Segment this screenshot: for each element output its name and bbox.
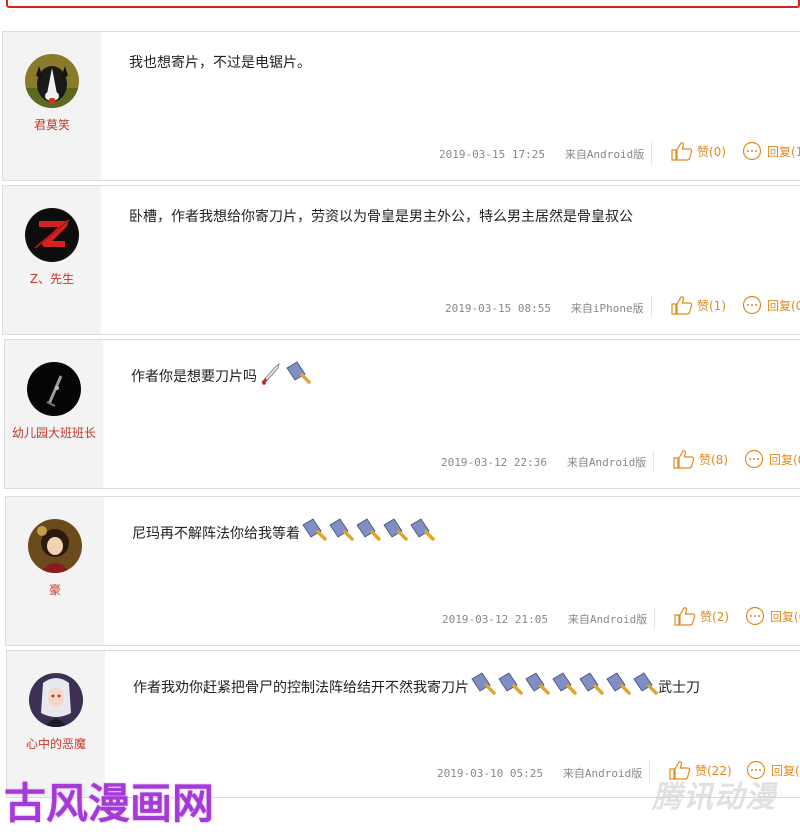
avatar[interactable] (28, 519, 82, 573)
top-input-box[interactable] (6, 0, 800, 8)
comment-content: 尼玛再不解阵法你给我等着 (132, 526, 300, 542)
like-count: 赞(8) (699, 452, 728, 467)
comment-source: 来自Android版 (567, 613, 648, 626)
avatar[interactable] (29, 673, 83, 727)
comment-card: Z、先生 卧槽，作者我想给你寄刀片，劳资以为骨皇是男主外公，特么男主居然是骨皇叔… (2, 185, 800, 335)
username[interactable]: 君莫笑 (3, 116, 101, 133)
username[interactable]: 豪 (6, 581, 104, 598)
comment-meta: 2019-03-12 21:05 来自Android版 (442, 611, 647, 627)
comment-content: 作者我劝你赶紧把骨尸的控制法阵给结开不然我寄刀片 (133, 680, 469, 696)
like-button[interactable]: 赞(1) (671, 295, 726, 315)
comment-date: 2019-03-12 22:36 (441, 456, 547, 469)
reply-count: 回复(0 (767, 298, 800, 313)
reply-button[interactable]: 回复(0 (743, 449, 800, 469)
cleaver-emoji (579, 672, 604, 695)
cleaver-emoji (329, 518, 354, 541)
comment-text: 尼玛再不解阵法你给我等着 (132, 517, 435, 543)
thumbs-up-icon (673, 450, 695, 469)
user-panel: Z、先生 (3, 186, 101, 334)
thumbs-up-icon (671, 142, 693, 161)
comment-content: 作者你是想要刀片吗 (131, 369, 257, 385)
site-watermark: 古风漫画网 (4, 779, 215, 828)
divider (651, 142, 652, 164)
cleaver-emoji (356, 518, 381, 541)
comment-card: 幼儿园大班班长 作者你是想要刀片吗 2019-03-12 22:36 来自And… (4, 339, 800, 489)
reply-bubble-icon (742, 141, 762, 161)
cleaver-emoji (286, 361, 311, 384)
reply-button[interactable]: 回复(0 (741, 295, 800, 315)
comment-date: 2019-03-10 05:25 (437, 767, 543, 780)
reply-count: 回复(0 (769, 452, 800, 467)
thumbs-up-icon (674, 607, 696, 626)
divider (653, 450, 654, 472)
like-button[interactable]: 赞(0) (671, 141, 726, 161)
comment-card: 君莫笑 我也想寄片，不过是电锯片。 2019-03-15 17:25 来自And… (2, 31, 800, 181)
cleaver-emoji (383, 518, 408, 541)
like-button[interactable]: 赞(2) (674, 606, 729, 626)
comment-date: 2019-03-15 17:25 (439, 148, 545, 161)
username[interactable]: Z、先生 (3, 270, 101, 287)
like-button[interactable]: 赞(8) (673, 449, 728, 469)
user-panel: 豪 (6, 497, 104, 645)
divider (651, 296, 652, 318)
divider (654, 607, 655, 629)
cleaver-emoji (471, 672, 496, 695)
comment-suffix-text: 武士刀 (658, 680, 700, 696)
avatar[interactable] (27, 362, 81, 416)
comment-meta: 2019-03-15 08:55 来自iPhone版 (445, 300, 644, 316)
like-count: 赞(1) (697, 298, 726, 313)
avatar[interactable] (25, 208, 79, 262)
comment-card: 豪 尼玛再不解阵法你给我等着 2019-03-12 21:05 来自Androi… (5, 496, 800, 646)
comment-source: 来自Android版 (566, 456, 647, 469)
comment-meta: 2019-03-15 17:25 来自Android版 (439, 146, 644, 162)
comment-meta: 2019-03-12 22:36 来自Android版 (441, 454, 646, 470)
comment-content: 我也想寄片，不过是电锯片。 (129, 55, 311, 71)
like-count: 赞(2) (700, 609, 729, 624)
user-panel: 君莫笑 (3, 32, 101, 180)
reply-bubble-icon (745, 606, 765, 626)
reply-count: 回复(1 (767, 144, 800, 159)
reply-button[interactable]: 回复(0 (744, 606, 800, 626)
comment-date: 2019-03-12 21:05 (442, 613, 548, 626)
avatar[interactable] (25, 54, 79, 108)
comment-text: 卧槽，作者我想给你寄刀片，劳资以为骨皇是男主外公，特么男主居然是骨皇叔公 (129, 206, 633, 226)
comment-date: 2019-03-15 08:55 (445, 302, 551, 315)
platform-watermark: 腾讯动漫 (652, 780, 776, 815)
comment-text: 作者你是想要刀片吗 (131, 360, 311, 386)
username[interactable]: 心中的恶魔 (7, 735, 105, 752)
reply-count: 回复(0 (770, 609, 800, 624)
thumbs-up-icon (671, 296, 693, 315)
comment-text: 作者我劝你赶紧把骨尸的控制法阵给结开不然我寄刀片 武士刀 (133, 671, 700, 697)
cleaver-emoji (633, 672, 658, 695)
user-panel: 幼儿园大班班长 (5, 340, 103, 488)
divider (649, 761, 650, 783)
reply-button[interactable]: 回复(1 (741, 141, 800, 161)
cleaver-emoji (302, 518, 327, 541)
comment-content: 卧槽，作者我想给你寄刀片，劳资以为骨皇是男主外公，特么男主居然是骨皇叔公 (129, 209, 633, 225)
comment-text: 我也想寄片，不过是电锯片。 (129, 52, 311, 72)
cleaver-emoji (498, 672, 523, 695)
like-count: 赞(0) (697, 144, 726, 159)
cleaver-emoji (410, 518, 435, 541)
reply-bubble-icon (742, 295, 762, 315)
comment-source: 来自Android版 (562, 767, 643, 780)
comment-source: 来自Android版 (564, 148, 645, 161)
cleaver-emoji (606, 672, 631, 695)
comment-meta: 2019-03-10 05:25 来自Android版 (437, 765, 642, 781)
cleaver-emoji (525, 672, 550, 695)
cleaver-emoji (552, 672, 577, 695)
comment-source: 来自iPhone版 (570, 302, 644, 315)
username[interactable]: 幼儿园大班班长 (5, 424, 103, 441)
reply-bubble-icon (744, 449, 764, 469)
bloody-knife-emoji (261, 363, 280, 385)
